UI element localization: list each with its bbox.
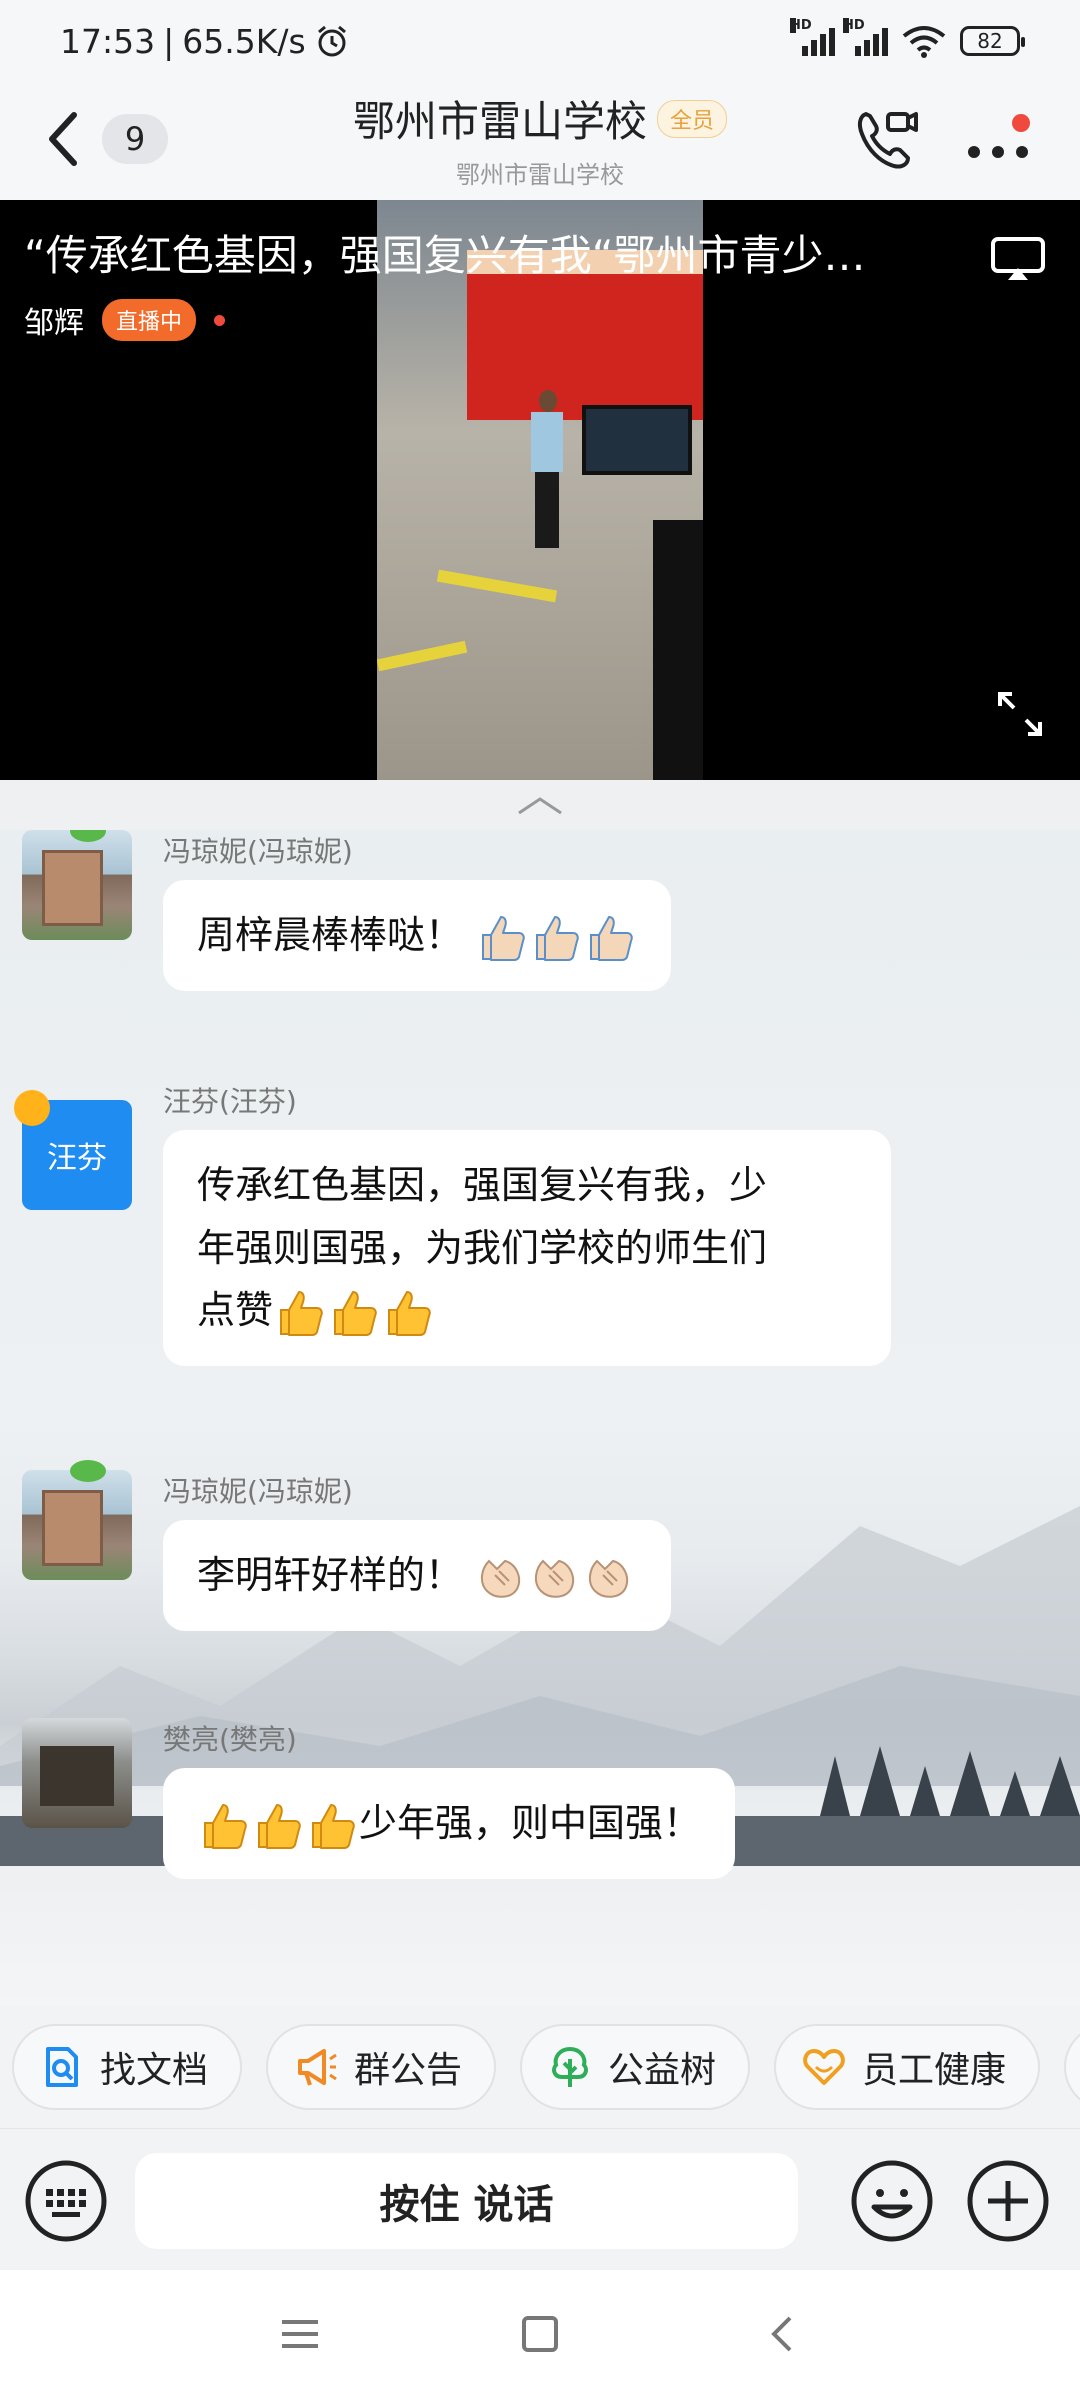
video-call-icon[interactable] — [850, 104, 920, 174]
message-text-line: 点赞 — [197, 1288, 274, 1333]
sender-name: 冯琼妮(冯琼妮) — [163, 1475, 353, 1508]
wifi-icon — [902, 26, 946, 58]
status-separator: | — [163, 21, 175, 61]
live-stream-player[interactable]: “传承红色基因，强国复兴有我“鄂州市青少… 邹辉 直播中 — [0, 200, 1080, 780]
sun-badge-icon — [14, 1090, 50, 1126]
signal-icon: HD — [790, 18, 835, 56]
shortcut-label: 群公告 — [354, 2050, 463, 2091]
floor-marking — [436, 569, 558, 603]
floor-marking — [377, 640, 468, 672]
emoji-icon[interactable] — [850, 2159, 934, 2243]
avatar-leaf-decoration — [70, 1460, 106, 1482]
message-bubble[interactable]: 周梓晨棒棒哒！ — [163, 880, 672, 991]
shortcut-label: 员工健康 — [862, 2050, 1007, 2091]
hd-label-2: HD — [843, 18, 865, 33]
live-host: 邹辉 — [24, 306, 84, 341]
chevron-left-icon — [49, 112, 77, 166]
system-nav-bar — [0, 2270, 1080, 2400]
thumbs-up-icon — [536, 915, 579, 961]
header-title-area[interactable]: 鄂州市雷山学校 全员 鄂州市雷山学校 — [250, 88, 830, 190]
input-bar: 按住 说话 — [0, 2128, 1080, 2270]
more-options-button[interactable] — [960, 112, 1040, 172]
sender-name: 樊亮(樊亮) — [163, 1723, 297, 1756]
thumbs-up-icon — [590, 915, 633, 961]
thumbs-up-icon — [258, 1803, 301, 1849]
shortcut-find-doc[interactable]: 找文档 — [12, 2024, 243, 2110]
message-text: 李明轩好样的！ — [197, 1553, 464, 1597]
message-bubble[interactable]: 少年强，则中国强！ — [163, 1768, 736, 1879]
camera-silhouette — [653, 520, 703, 780]
message-bubble[interactable]: 李明轩好样的！ — [163, 1520, 672, 1631]
network-speed: 65.5K/s — [182, 21, 306, 61]
thumbs-up-icon — [204, 1803, 247, 1849]
live-video-frame — [377, 200, 703, 780]
hold-to-talk-button[interactable]: 按住 说话 — [135, 2153, 798, 2249]
shortcut-medical-kit[interactable] — [1064, 2024, 1080, 2110]
message-text-line: 年强则国强，为我们学校的师生们 — [197, 1225, 768, 1270]
sender-name: 汪芬(汪芬) — [163, 1085, 297, 1118]
message-bubble[interactable]: 传承红色基因，强国复兴有我，少 年强则国强，为我们学校的师生们 点赞 — [163, 1130, 891, 1367]
thumbs-up-icon — [280, 1290, 323, 1336]
status-left: 17:53 | 65.5K/s — [60, 22, 350, 61]
notification-dot — [1012, 114, 1030, 132]
clapping-hands-icon — [589, 1559, 629, 1598]
doc-search-icon — [46, 2047, 78, 2087]
thumbs-up-icon — [482, 915, 525, 961]
shortcut-employee-health[interactable]: 员工健康 — [774, 2024, 1041, 2110]
chevron-up-icon — [518, 797, 562, 815]
shortcut-announcement[interactable]: 群公告 — [266, 2024, 497, 2110]
tree-icon — [552, 2046, 588, 2087]
alarm-icon — [317, 25, 346, 57]
shortcut-label: 找文档 — [100, 2050, 209, 2091]
speaker-figure — [527, 390, 567, 550]
live-title: “传承红色基因，强国复兴有我“鄂州市青少… — [24, 231, 866, 280]
sender-name: 冯琼妮(冯琼妮) — [163, 835, 353, 868]
heart-icon — [803, 2049, 845, 2085]
shortcut-charity-tree[interactable]: 公益树 — [520, 2024, 751, 2110]
live-badge: 直播中 — [102, 299, 197, 341]
clapping-hands-icon — [535, 1559, 575, 1598]
fullscreen-icon[interactable] — [996, 690, 1044, 738]
live-host-row: 邹辉 直播中 — [24, 298, 226, 342]
avatar-text: 汪芬 — [47, 1141, 107, 1176]
megaphone-icon — [298, 2049, 337, 2086]
message-text: 少年强，则中国强！ — [359, 1801, 702, 1845]
group-title: 鄂州市雷山学校 — [352, 97, 647, 146]
cast-icon[interactable] — [990, 236, 1046, 282]
clapping-hands-icon — [481, 1559, 521, 1598]
status-right: HD HD 82 — [790, 18, 1025, 58]
thumbs-up-icon — [388, 1290, 431, 1336]
hd-label: HD — [790, 18, 812, 33]
collapse-live-handle[interactable] — [0, 780, 1080, 830]
signal-icon-2: HD — [843, 18, 888, 56]
message-text-line: 传承红色基因，强国复兴有我，少 — [197, 1163, 768, 1207]
plus-icon[interactable] — [966, 2159, 1050, 2243]
shortcut-bar[interactable]: 找文档 群公告 公益树 员工健康 — [0, 2006, 1080, 2128]
message-text: 周梓晨棒棒哒！ — [197, 913, 464, 957]
chat-message-list[interactable]: 冯琼妮(冯琼妮) 周梓晨棒棒哒！ 汪芬 汪芬(汪芬) 传承红色基因，强国复兴有我… — [0, 830, 1080, 2006]
status-bar: 17:53 | 65.5K/s HD HD 82 — [0, 0, 1080, 82]
battery-level: 82 — [977, 29, 1003, 53]
battery-icon: 82 — [960, 26, 1025, 56]
nav-back-icon[interactable] — [760, 2310, 808, 2358]
menu-icon[interactable] — [276, 2310, 324, 2358]
member-tag: 全员 — [657, 99, 728, 138]
thumbs-up-icon — [312, 1803, 355, 1849]
unread-count-badge: 9 — [102, 114, 168, 164]
keyboard-icon[interactable] — [24, 2159, 108, 2243]
camera-screen — [582, 405, 692, 475]
avatar[interactable] — [22, 830, 132, 940]
back-button[interactable]: 9 — [44, 102, 174, 176]
clock: 17:53 — [60, 21, 156, 61]
live-indicator-dot — [214, 314, 226, 326]
home-icon[interactable] — [516, 2310, 564, 2358]
avatar[interactable] — [22, 1718, 132, 1828]
avatar[interactable] — [22, 1470, 132, 1580]
chat-header: 9 鄂州市雷山学校 全员 鄂州市雷山学校 — [0, 82, 1080, 200]
group-subtitle: 鄂州市雷山学校 — [456, 161, 624, 189]
shortcut-label: 公益树 — [608, 2050, 717, 2091]
thumbs-up-icon — [334, 1290, 377, 1336]
